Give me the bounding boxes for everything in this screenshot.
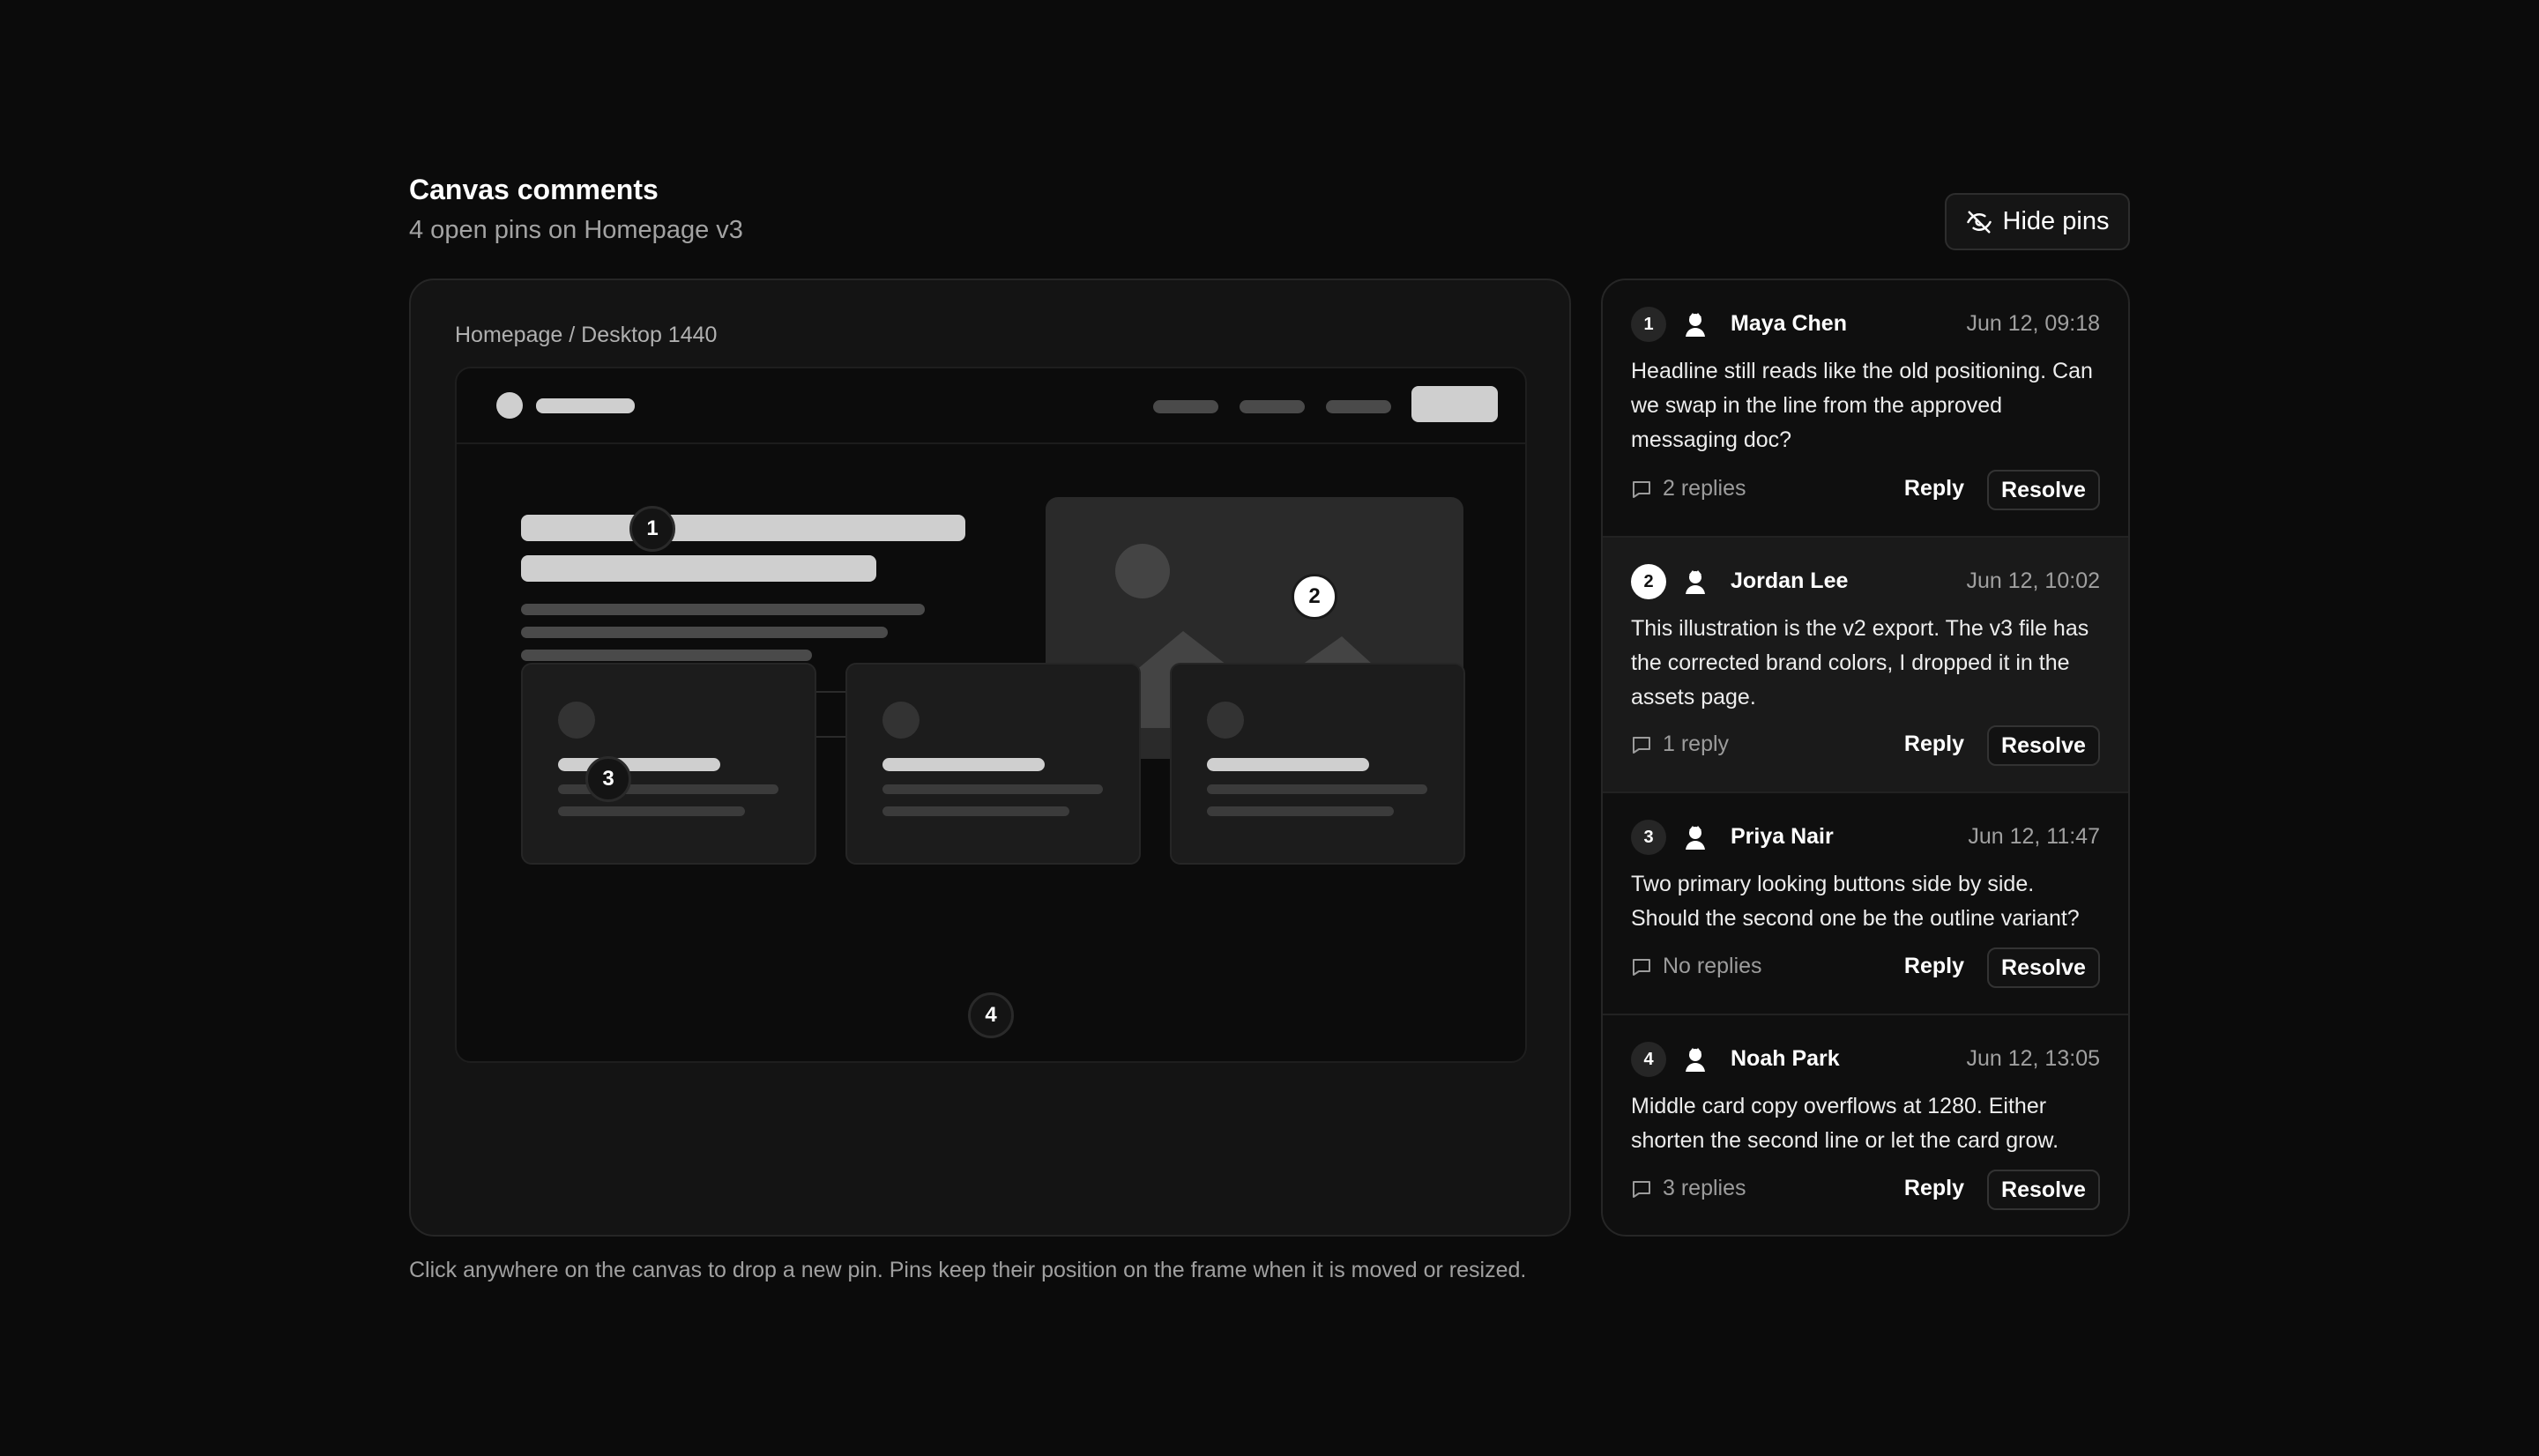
- frame-logo-text: [536, 398, 635, 413]
- avatar-icon: [1686, 313, 1705, 337]
- speech-bubble-icon: [1633, 736, 1650, 754]
- comment-number: 2: [1631, 564, 1666, 599]
- frame-headline-line: [521, 555, 876, 582]
- replies-count: 1 reply: [1663, 732, 1730, 756]
- comment-item[interactable]: 2 Jordan Lee Jun 12, 10:02 This illustra…: [1603, 538, 2128, 793]
- comment-item[interactable]: 4 Noah Park Jun 12, 13:05 Middle card co…: [1603, 1015, 2128, 1235]
- comment-number: 3: [1631, 820, 1666, 855]
- comment-item[interactable]: 1 Maya Chen Jun 12, 09:18 Headline still…: [1603, 280, 2128, 538]
- canvas-hint: Click anywhere on the canvas to drop a n…: [409, 1258, 1527, 1282]
- hide-pins-label: Hide pins: [2002, 207, 2110, 235]
- comment-number: 4: [1631, 1042, 1666, 1077]
- comments-panel: 1 Maya Chen Jun 12, 09:18 Headline still…: [1601, 279, 2130, 1237]
- frame-logo-dot: [496, 392, 523, 419]
- comment-number: 1: [1631, 307, 1666, 342]
- breadcrumb: Homepage / Desktop 1440: [455, 323, 718, 347]
- comment-replies[interactable]: 3 replies: [1631, 1176, 1746, 1201]
- frame-body-line: [521, 650, 812, 661]
- speech-bubble-icon: [1633, 958, 1650, 976]
- comment-timestamp: Jun 12, 11:47: [1968, 824, 2100, 849]
- frame-headline-line: [521, 515, 965, 541]
- hide-pins-button[interactable]: Hide pins: [1945, 193, 2130, 250]
- frame-nav-link: [1326, 400, 1391, 413]
- resolve-button[interactable]: Resolve: [1987, 947, 2100, 988]
- comment-replies[interactable]: 2 replies: [1631, 476, 1746, 501]
- comment-replies[interactable]: 1 reply: [1631, 732, 1729, 757]
- page-title: Canvas comments: [409, 174, 659, 205]
- frame-nav-cta: [1411, 386, 1498, 422]
- comment-body: Two primary looking buttons side by side…: [1631, 872, 2080, 931]
- speech-bubble-icon: [1633, 480, 1650, 498]
- frame-card: [1170, 663, 1465, 865]
- frame-body-line: [521, 604, 925, 615]
- comment-author: Jordan Lee: [1731, 568, 1849, 593]
- frame-card: [845, 663, 1141, 865]
- comment-timestamp: Jun 12, 13:05: [1966, 1046, 2100, 1071]
- comment-pin-2[interactable]: 2: [1292, 574, 1337, 620]
- replies-count: No replies: [1663, 954, 1762, 978]
- page-subtitle: 4 open pins on Homepage v3: [409, 216, 743, 244]
- replies-count: 2 replies: [1663, 476, 1746, 501]
- comment-pin-1[interactable]: 1: [629, 506, 675, 552]
- frame-body-line: [521, 627, 888, 638]
- resolve-button[interactable]: Resolve: [1987, 1170, 2100, 1210]
- comment-author: Priya Nair: [1731, 824, 1834, 849]
- comment-item[interactable]: 3 Priya Nair Jun 12, 11:47 Two primary l…: [1603, 793, 2128, 1015]
- comment-body: This illustration is the v2 export. The …: [1631, 616, 2089, 709]
- reply-button[interactable]: Reply: [1904, 1176, 1964, 1201]
- resolve-button[interactable]: Resolve: [1987, 725, 2100, 766]
- reply-button[interactable]: Reply: [1904, 476, 1964, 501]
- comment-timestamp: Jun 12, 10:02: [1966, 568, 2100, 593]
- avatar-icon: [1686, 1048, 1705, 1072]
- avatar-icon: [1686, 826, 1705, 850]
- reply-button[interactable]: Reply: [1904, 732, 1964, 757]
- comment-replies[interactable]: No replies: [1631, 954, 1762, 979]
- comment-timestamp: Jun 12, 09:18: [1966, 311, 2100, 336]
- comment-author: Maya Chen: [1731, 311, 1847, 336]
- comment-pin-4[interactable]: 4: [968, 992, 1014, 1038]
- design-frame[interactable]: [455, 367, 1527, 1063]
- frame-nav-link: [1240, 400, 1305, 413]
- comment-body: Middle card copy overflows at 1280. Eith…: [1631, 1094, 2059, 1153]
- eye-off-icon: [1966, 211, 1992, 233]
- reply-button[interactable]: Reply: [1904, 954, 1964, 979]
- speech-bubble-icon: [1633, 1180, 1650, 1198]
- avatar-icon: [1686, 570, 1705, 594]
- frame-card: [521, 663, 816, 865]
- frame-nav: [457, 368, 1525, 444]
- comment-body: Headline still reads like the old positi…: [1631, 359, 2093, 452]
- resolve-button[interactable]: Resolve: [1987, 470, 2100, 510]
- comment-pin-3[interactable]: 3: [585, 756, 631, 802]
- comment-author: Noah Park: [1731, 1046, 1840, 1071]
- replies-count: 3 replies: [1663, 1176, 1746, 1200]
- canvas-panel[interactable]: Homepage / Desktop 1440 1 2 3 4: [409, 279, 1571, 1237]
- frame-nav-link: [1153, 400, 1218, 413]
